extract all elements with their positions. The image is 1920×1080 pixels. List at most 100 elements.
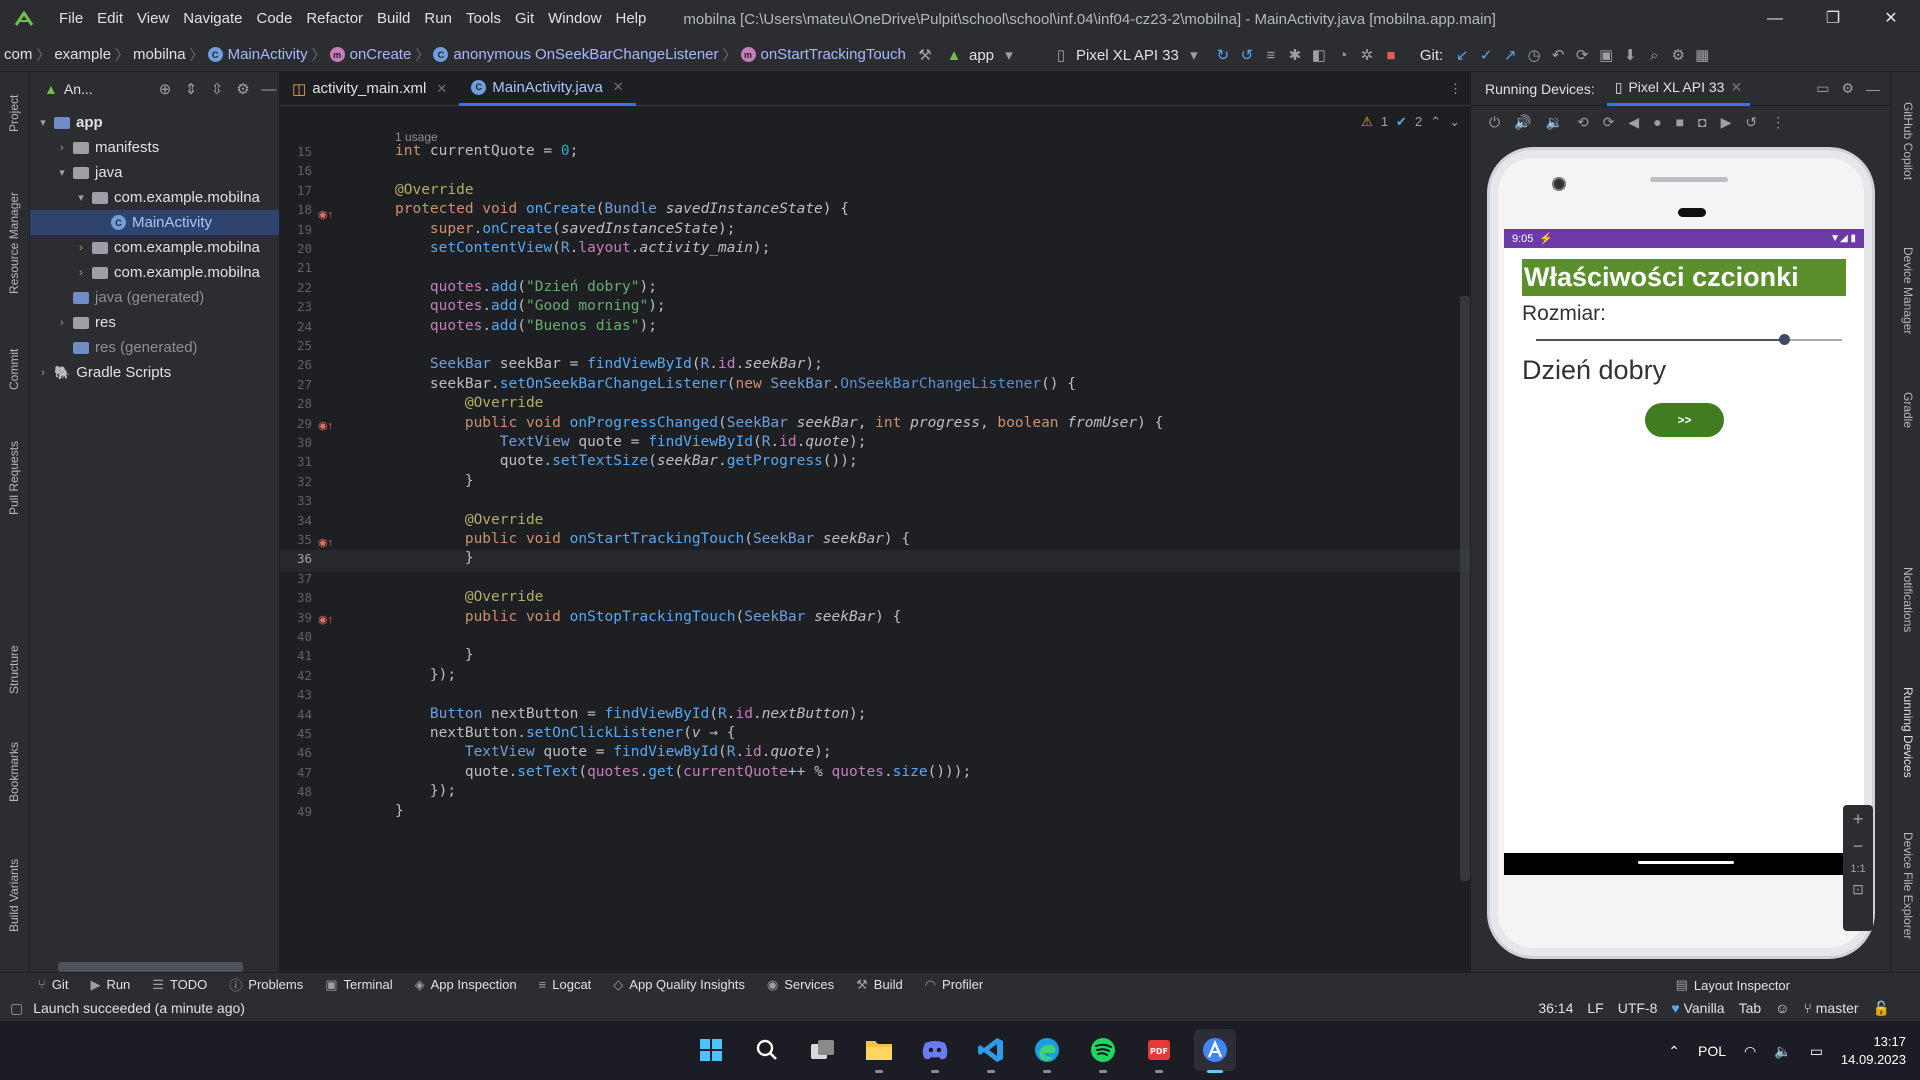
menu-edit[interactable]: Edit (90, 0, 130, 38)
inspection-widget[interactable]: ⚠ 1 ✔ 2 ⌃ ⌄ (1361, 114, 1460, 130)
notifications-tool-button[interactable]: Notifications (1901, 567, 1915, 632)
indent-widget[interactable]: Tab (1739, 1000, 1762, 1016)
line-number[interactable]: 15 (280, 144, 312, 159)
line-separator[interactable]: LF (1587, 1000, 1603, 1016)
device-manager-tool-button[interactable]: Device Manager (1901, 247, 1915, 334)
menu-file[interactable]: File (52, 0, 90, 38)
line-number[interactable]: 19 (280, 222, 312, 237)
tool-problems[interactable]: ⓘ Problems (229, 975, 303, 994)
override-gutter-icon[interactable]: ◉↑ (318, 208, 333, 221)
git-commit-icon[interactable]: ✓ (1476, 45, 1496, 65)
zoom-actual-size-button[interactable]: 1:1 (1850, 863, 1865, 875)
volume-icon[interactable]: 🔈 (1774, 1043, 1791, 1060)
chevron-down-icon[interactable]: ▾ (74, 191, 88, 204)
menu-code[interactable]: Code (249, 0, 299, 38)
device-tab[interactable]: ▯ Pixel XL API 33 ✕ (1606, 72, 1751, 106)
line-number[interactable]: 32 (280, 474, 312, 489)
line-number[interactable]: 28 (280, 396, 312, 411)
chevron-right-icon[interactable]: › (36, 367, 50, 379)
code-line[interactable]: quote.setText(quotes.get(currentQuote++ … (395, 761, 971, 783)
code-line[interactable]: quotes.add("Buenos dias"); (395, 315, 657, 337)
horizontal-scrollbar[interactable] (58, 962, 243, 972)
line-number[interactable]: 38 (280, 590, 312, 605)
menu-help[interactable]: Help (609, 0, 654, 38)
git-push-icon[interactable]: ↗ (1500, 45, 1520, 65)
status-toggle-icon[interactable]: ▢ (10, 1000, 23, 1017)
breadcrumb-item[interactable]: m onCreate (326, 46, 416, 63)
tree-item[interactable]: ▾ java (30, 160, 279, 185)
history-icon[interactable]: ◷ (1524, 45, 1544, 65)
tree-item[interactable]: java (generated) (30, 285, 279, 310)
tool-logcat[interactable]: ≡ Logcat (539, 977, 592, 992)
line-number[interactable]: 25 (280, 338, 312, 353)
coverage-icon[interactable]: ◧ (1309, 45, 1329, 65)
tree-item[interactable]: › com.example.mobilna (30, 235, 279, 260)
chevron-right-icon[interactable]: › (74, 267, 88, 279)
line-number[interactable]: 18 (280, 202, 312, 217)
chevron-down-icon[interactable]: ⌄ (1449, 114, 1460, 130)
zoom-fit-icon[interactable]: ⊡ (1852, 881, 1864, 898)
menu-navigate[interactable]: Navigate (176, 0, 249, 38)
lock-icon[interactable]: 🔓 (1873, 1000, 1890, 1017)
line-number[interactable]: 23 (280, 299, 312, 314)
line-number[interactable]: 41 (280, 648, 312, 663)
menu-tools[interactable]: Tools (459, 0, 508, 38)
close-tab-icon[interactable]: ✕ (613, 79, 624, 95)
bookmarks-tool-button[interactable]: Bookmarks (7, 742, 21, 802)
menu-run[interactable]: Run (417, 0, 459, 38)
tree-item[interactable]: › res (30, 310, 279, 335)
chevron-right-icon[interactable]: › (74, 242, 88, 254)
tool-app-quality-insights[interactable]: ◇ App Quality Insights (613, 977, 745, 993)
gear-icon[interactable]: ⚙ (233, 79, 253, 99)
override-gutter-icon[interactable]: ◉↑ (318, 536, 333, 549)
more-tabs-icon[interactable]: ⋮ (1449, 81, 1462, 97)
font-size-seekbar[interactable] (1536, 333, 1842, 347)
close-tab-icon[interactable]: ✕ (1730, 79, 1742, 96)
tree-item[interactable]: › 🐘 Gradle Scripts (30, 360, 279, 385)
hammer-icon[interactable]: ⚒ (915, 45, 935, 65)
settings-icon[interactable]: ⚙ (1668, 45, 1688, 65)
line-number[interactable]: 37 (280, 571, 312, 586)
tool-app-inspection[interactable]: ◈ App Inspection (415, 977, 517, 993)
screen-record-icon[interactable]: ▶ (1721, 114, 1732, 131)
seekbar-thumb[interactable] (1778, 334, 1790, 345)
more-icon[interactable]: ⋮ (1771, 114, 1785, 131)
chevron-up-icon[interactable]: ⌃ (1430, 114, 1441, 130)
caret-position[interactable]: 36:14 (1538, 1000, 1573, 1016)
language-indicator[interactable]: POL (1698, 1043, 1726, 1059)
phone-screen[interactable]: 9:05 ⚡ ▼◢ ▮ Właściwości czcionki Rozmiar… (1504, 229, 1864, 875)
running-devices-tool-button[interactable]: Running Devices (1901, 687, 1915, 778)
line-number[interactable]: 26 (280, 357, 312, 372)
breadcrumb-item[interactable]: com (0, 46, 36, 63)
file-explorer-icon[interactable] (858, 1029, 900, 1073)
tool-todo[interactable]: ☰ TODO (152, 977, 207, 993)
line-number[interactable]: 20 (280, 241, 312, 256)
pdf-icon[interactable]: PDF (1138, 1029, 1180, 1073)
line-number[interactable]: 40 (280, 629, 312, 644)
overview-icon[interactable]: ■ (1676, 114, 1684, 130)
apply-changes-icon[interactable]: ↺ (1237, 45, 1257, 65)
line-number[interactable]: 46 (280, 745, 312, 760)
vscode-icon[interactable] (970, 1029, 1012, 1073)
spotify-icon[interactable] (1082, 1029, 1124, 1073)
split-view-icon[interactable]: ▭ (1816, 80, 1829, 97)
sdk-manager-icon[interactable]: ⬇ (1620, 45, 1640, 65)
tool-build[interactable]: ⚒ Build (856, 977, 903, 993)
back-icon[interactable]: ◀ (1628, 114, 1639, 131)
rotate-right-icon[interactable]: ⟳ (1603, 114, 1615, 131)
breadcrumb-item[interactable]: m onStartTrackingTouch (737, 46, 910, 63)
rollback-icon[interactable]: ↶ (1548, 45, 1568, 65)
git-update-icon[interactable]: ↙ (1452, 45, 1472, 65)
breadcrumb-item[interactable]: C MainActivity (204, 46, 312, 63)
screenshot-icon[interactable]: ◘ (1698, 114, 1706, 130)
tool-services[interactable]: ◉ Services (767, 977, 834, 993)
home-gesture-pill[interactable] (1638, 861, 1734, 864)
device-file-explorer-tool-button[interactable]: Device File Explorer (1901, 832, 1915, 939)
tree-item[interactable]: ▾ app (30, 110, 279, 135)
line-number[interactable]: 34 (280, 513, 312, 528)
menu-git[interactable]: Git (508, 0, 541, 38)
menu-window[interactable]: Window (541, 0, 608, 38)
zoom-out-icon[interactable]: − (1853, 836, 1864, 857)
line-number[interactable]: 24 (280, 319, 312, 334)
code-line[interactable]: } (395, 800, 404, 822)
